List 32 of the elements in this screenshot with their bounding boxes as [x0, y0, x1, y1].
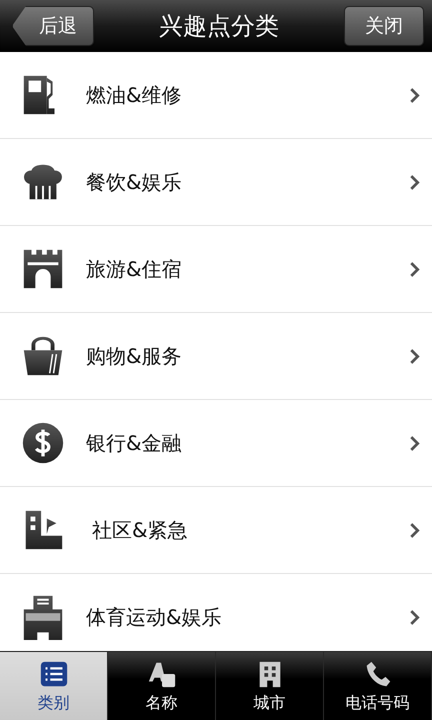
chevron-right-icon — [409, 434, 420, 452]
tab-label: 类别 — [38, 692, 70, 714]
back-button[interactable]: 后退 — [12, 6, 94, 46]
dollar-coin-icon — [20, 420, 66, 466]
category-label: 燃油&维修 — [86, 82, 183, 108]
tab[interactable]: 类别 — [0, 652, 108, 720]
category-item[interactable]: 社区&紧急 — [0, 487, 432, 574]
category-item[interactable]: 旅游&住宿 — [0, 226, 432, 313]
category-label: 银行&金融 — [86, 430, 183, 456]
close-button[interactable]: 关闭 — [344, 6, 424, 46]
category-item[interactable]: 购物&服务 — [0, 313, 432, 400]
screen-title: 兴趣点分类 — [159, 11, 279, 42]
category-label: 旅游&住宿 — [86, 256, 183, 282]
chevron-right-icon — [409, 260, 420, 278]
tab[interactable]: 名称 — [108, 652, 216, 720]
tab-label: 名称 — [146, 692, 178, 714]
chevron-right-icon — [409, 86, 420, 104]
tab-label: 城市 — [254, 692, 286, 714]
category-label: 购物&服务 — [86, 342, 183, 370]
category-item[interactable]: 燃油&维修 — [0, 52, 432, 139]
tab[interactable]: 电话号码 — [324, 652, 432, 720]
chevron-right-icon — [409, 174, 420, 190]
tab[interactable]: 城市 — [216, 652, 324, 720]
chevron-right-icon — [409, 522, 420, 538]
tab-label: 电话号码 — [346, 692, 410, 714]
category-label: 体育运动&娱乐 — [86, 604, 223, 630]
category-label: 社区&紧急 — [92, 516, 189, 544]
category-item[interactable]: 银行&金融 — [0, 400, 432, 487]
chevron-right-icon — [409, 608, 420, 626]
category-item[interactable]: 餐饮&娱乐 — [0, 139, 432, 226]
category-label: 餐饮&娱乐 — [86, 168, 183, 196]
chevron-right-icon — [409, 348, 420, 364]
